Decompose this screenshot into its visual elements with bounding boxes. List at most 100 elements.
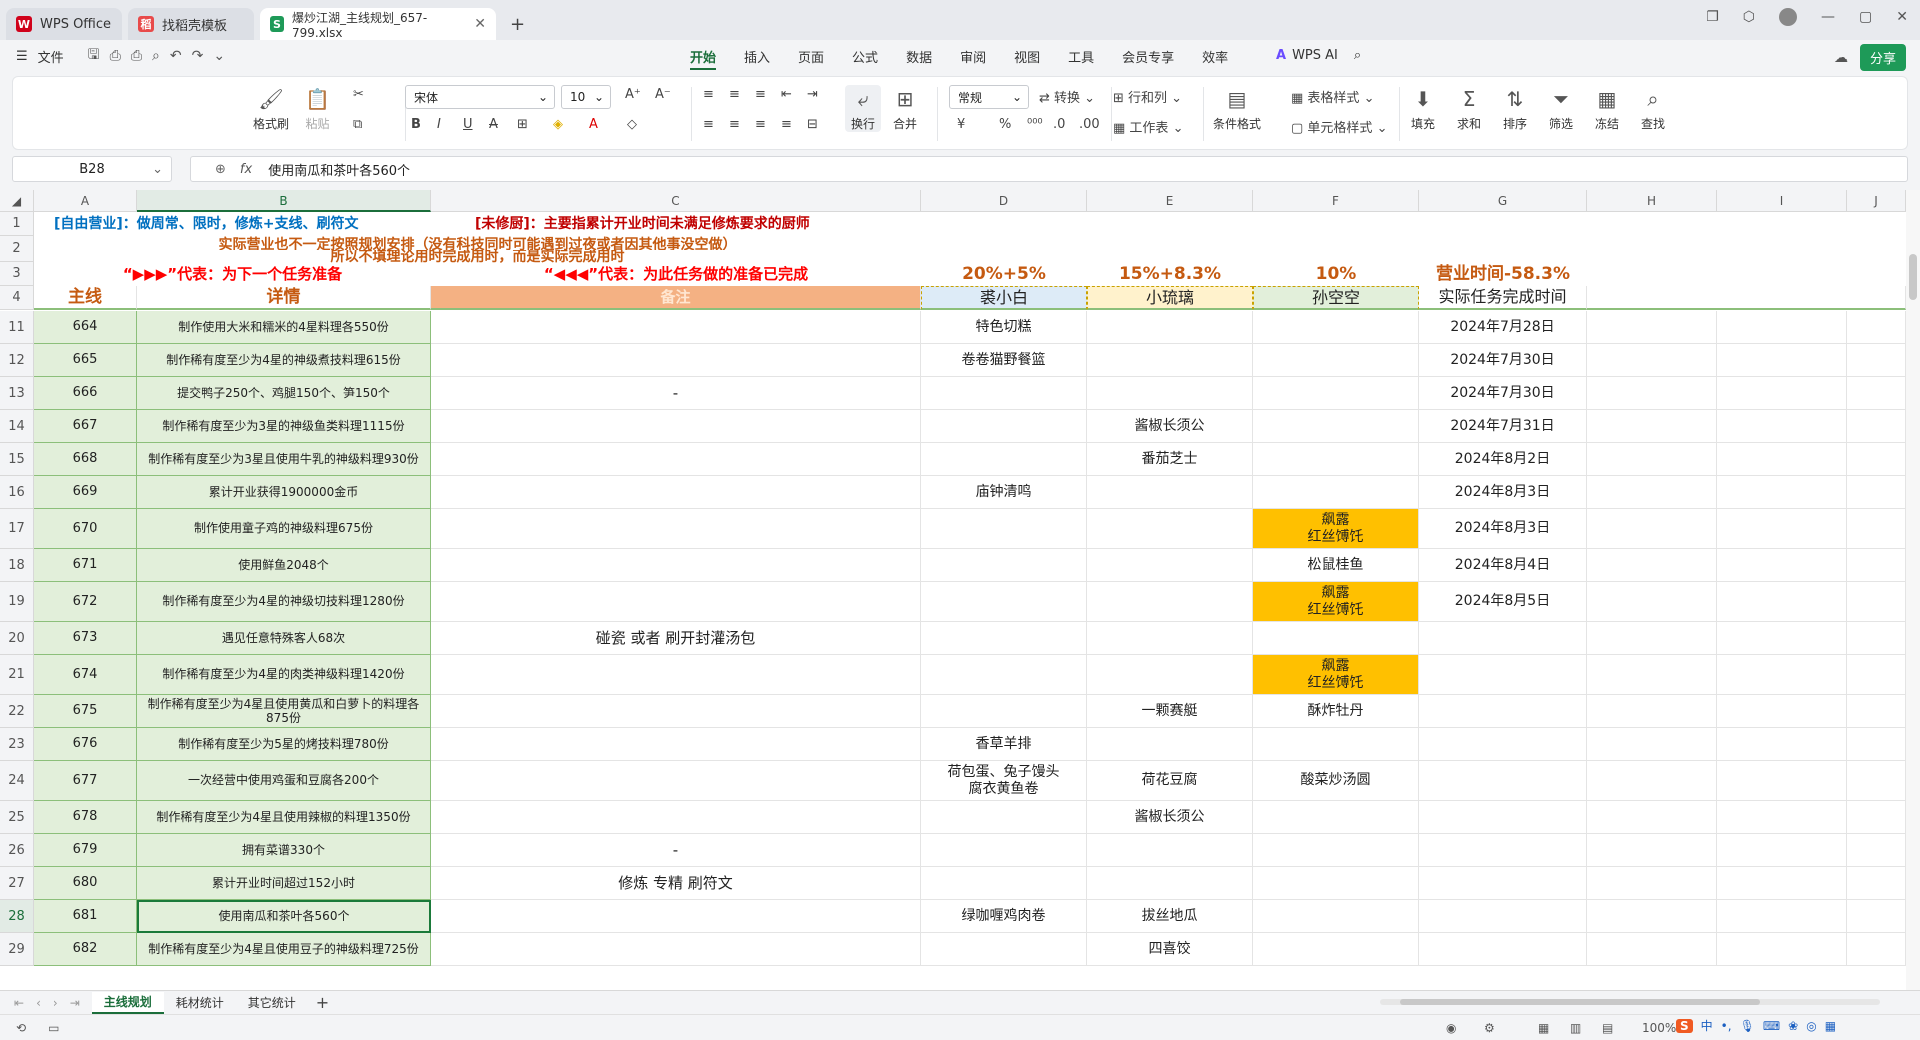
thousands-icon[interactable]: ⁰⁰⁰ xyxy=(1027,117,1043,132)
note-cell[interactable]: 修炼 专精 刷符文 xyxy=(431,867,921,900)
row-header[interactable]: 24 xyxy=(0,761,34,801)
completion-date[interactable] xyxy=(1419,728,1587,761)
vertical-scrollbar[interactable] xyxy=(1906,190,1920,990)
chef-recipe-cell[interactable]: 飙露 红丝馎饦 xyxy=(1253,655,1419,695)
wrap-button[interactable]: ⤶ 换行 xyxy=(845,85,882,132)
sheet-tab[interactable]: 主线规划 xyxy=(91,991,164,1014)
chef-recipe-cell[interactable] xyxy=(921,443,1087,476)
wps-ai-button[interactable]: A WPS AI ⌕ xyxy=(1276,48,1361,63)
empty-cell[interactable] xyxy=(1587,476,1717,509)
completion-date[interactable]: 2024年7月28日 xyxy=(1419,311,1587,344)
row-header[interactable]: 28 xyxy=(0,900,34,933)
next-sheet-icon[interactable]: › xyxy=(53,996,58,1010)
chef-recipe-cell[interactable] xyxy=(921,549,1087,582)
task-detail[interactable]: 制作稀有度至少为4星且使用豆子的神级料理725份 xyxy=(137,933,431,966)
main-line-id[interactable]: 679 xyxy=(34,834,137,867)
chef-recipe-cell[interactable]: 四喜饺 xyxy=(1087,933,1253,966)
completion-date[interactable] xyxy=(1419,933,1587,966)
chef-recipe-cell[interactable]: 飙露 红丝馎饦 xyxy=(1253,509,1419,549)
align-left-icon[interactable]: ≡ xyxy=(703,117,714,132)
note-cell[interactable] xyxy=(431,728,921,761)
note-cell[interactable] xyxy=(431,476,921,509)
note-cell[interactable] xyxy=(431,410,921,443)
indent-increase-icon[interactable]: ⇥ xyxy=(807,87,818,102)
empty-cell[interactable] xyxy=(1717,622,1847,655)
menu-tab[interactable]: 效率 xyxy=(1188,40,1242,72)
empty-cell[interactable] xyxy=(1847,867,1906,900)
empty-cell[interactable] xyxy=(1587,509,1717,549)
task-detail[interactable]: 累计开业时间超过152小时 xyxy=(137,867,431,900)
row-header[interactable]: 1 xyxy=(0,212,34,236)
main-line-id[interactable]: 678 xyxy=(34,801,137,834)
menu-tab[interactable]: 页面 xyxy=(784,40,838,72)
column-header[interactable]: A xyxy=(34,190,137,212)
align-center-icon[interactable]: ≡ xyxy=(729,117,740,132)
font-size-select[interactable]: 10 ⌄ xyxy=(561,85,611,109)
main-line-id[interactable]: 674 xyxy=(34,655,137,695)
chef-recipe-cell[interactable] xyxy=(1087,728,1253,761)
align-bottom-icon[interactable]: ≡ xyxy=(755,87,766,102)
menu-tab[interactable]: 公式 xyxy=(838,40,892,72)
row-header[interactable]: 21 xyxy=(0,655,34,695)
row-header[interactable]: 19 xyxy=(0,582,34,622)
align-middle-icon[interactable]: ≡ xyxy=(729,87,740,102)
align-right-icon[interactable]: ≡ xyxy=(755,117,766,132)
clear-icon[interactable]: ◇ xyxy=(627,117,637,132)
chef-recipe-cell[interactable] xyxy=(1253,728,1419,761)
row-header[interactable]: 12 xyxy=(0,344,34,377)
empty-cell[interactable] xyxy=(1717,443,1847,476)
save-icon[interactable]: 🖫 xyxy=(88,44,100,68)
empty-cell[interactable] xyxy=(1587,655,1717,695)
main-line-id[interactable]: 673 xyxy=(34,622,137,655)
empty-cell[interactable] xyxy=(1587,695,1717,728)
empty-cell[interactable] xyxy=(1717,695,1847,728)
row-header[interactable]: 11 xyxy=(0,311,34,344)
completion-date[interactable] xyxy=(1419,900,1587,933)
task-detail[interactable]: 一次经营中使用鸡蛋和豆腐各200个 xyxy=(137,761,431,801)
number-format-select[interactable]: 常规 ⌄ xyxy=(949,85,1029,109)
maximize-icon[interactable]: ▢ xyxy=(1859,9,1872,25)
column-header[interactable]: G xyxy=(1419,190,1587,212)
empty-cell[interactable] xyxy=(1587,900,1717,933)
chef-recipe-cell[interactable]: 荷包蛋、兔子馒头 腐衣黄鱼卷 xyxy=(921,761,1087,801)
formula-input[interactable]: ⊕ fx 使用南瓜和茶叶各560个 xyxy=(190,156,1908,182)
empty-cell[interactable] xyxy=(1717,509,1847,549)
tab-template[interactable]: 稻 找稻壳模板 xyxy=(128,8,254,40)
decimal-decrease-icon[interactable]: .00 xyxy=(1079,117,1100,132)
menu-tab[interactable]: 工具 xyxy=(1054,40,1108,72)
percent-icon[interactable]: % xyxy=(999,117,1011,132)
note-cell[interactable] xyxy=(431,900,921,933)
empty-cell[interactable] xyxy=(1847,377,1906,410)
empty-cell[interactable] xyxy=(1717,761,1847,801)
empty-cell[interactable] xyxy=(1587,443,1717,476)
chef-recipe-cell[interactable] xyxy=(1253,476,1419,509)
main-line-id[interactable]: 671 xyxy=(34,549,137,582)
chef-recipe-cell[interactable]: 卷卷猫野餐篮 xyxy=(921,344,1087,377)
first-sheet-icon[interactable]: ⇤ xyxy=(14,996,24,1010)
empty-cell[interactable] xyxy=(1717,867,1847,900)
italic-icon[interactable]: I xyxy=(437,117,441,132)
task-detail[interactable]: 累计开业获得1900000金币 xyxy=(137,476,431,509)
font-shrink-icon[interactable]: A⁻ xyxy=(655,87,671,102)
zoom-level[interactable]: 100% xyxy=(1642,1021,1676,1035)
scroll-thumb[interactable] xyxy=(1909,254,1917,300)
chef-recipe-cell[interactable] xyxy=(921,582,1087,622)
chef-recipe-cell[interactable] xyxy=(1087,344,1253,377)
find-button[interactable]: ⌕ 查找 xyxy=(1641,85,1665,132)
indent-decrease-icon[interactable]: ⇤ xyxy=(781,87,792,102)
chef-recipe-cell[interactable] xyxy=(921,933,1087,966)
menu-icon[interactable]: ☰ xyxy=(16,49,28,64)
empty-cell[interactable] xyxy=(1717,801,1847,834)
note-cell[interactable] xyxy=(431,344,921,377)
empty-cell[interactable] xyxy=(1587,728,1717,761)
close-tab-icon[interactable]: ✕ xyxy=(474,16,486,32)
empty-cell[interactable] xyxy=(1847,655,1906,695)
completion-date[interactable] xyxy=(1419,801,1587,834)
empty-cell[interactable] xyxy=(1587,311,1717,344)
row-header[interactable]: 13 xyxy=(0,377,34,410)
empty-cell[interactable] xyxy=(1847,933,1906,966)
fill-button[interactable]: ⬇ 填充 xyxy=(1411,85,1435,132)
note-cell[interactable] xyxy=(431,801,921,834)
column-header[interactable]: F xyxy=(1253,190,1419,212)
freeze-button[interactable]: ▦ 冻结 xyxy=(1595,85,1619,132)
